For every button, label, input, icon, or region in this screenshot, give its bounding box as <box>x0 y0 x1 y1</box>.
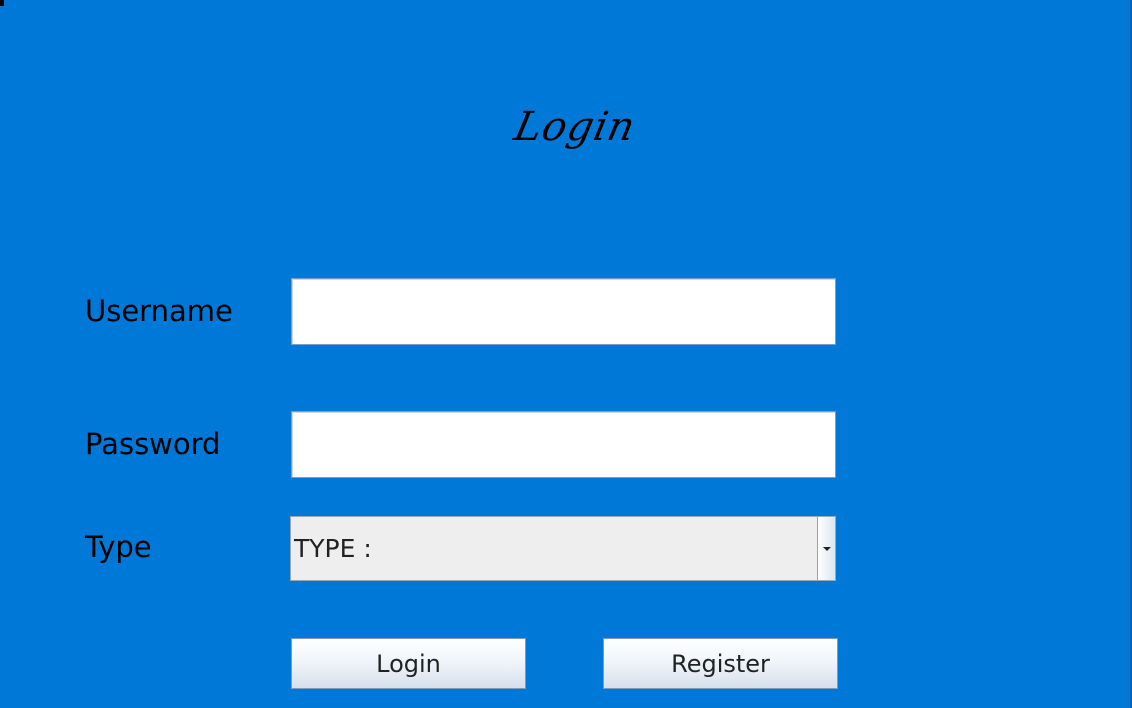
login-button[interactable]: Login <box>291 638 526 689</box>
password-label: Password <box>85 427 221 461</box>
corner-mark <box>0 0 4 6</box>
username-input[interactable] <box>291 278 836 345</box>
type-select-value: TYPE : <box>294 534 372 563</box>
username-label: Username <box>85 294 233 328</box>
dropdown-button[interactable] <box>817 517 835 580</box>
register-button[interactable]: Register <box>603 638 838 689</box>
page-title: Login <box>510 104 640 150</box>
type-select[interactable]: TYPE : <box>290 516 836 581</box>
type-label: Type <box>85 530 152 564</box>
chevron-down-icon <box>822 546 831 551</box>
password-input[interactable] <box>291 411 836 478</box>
